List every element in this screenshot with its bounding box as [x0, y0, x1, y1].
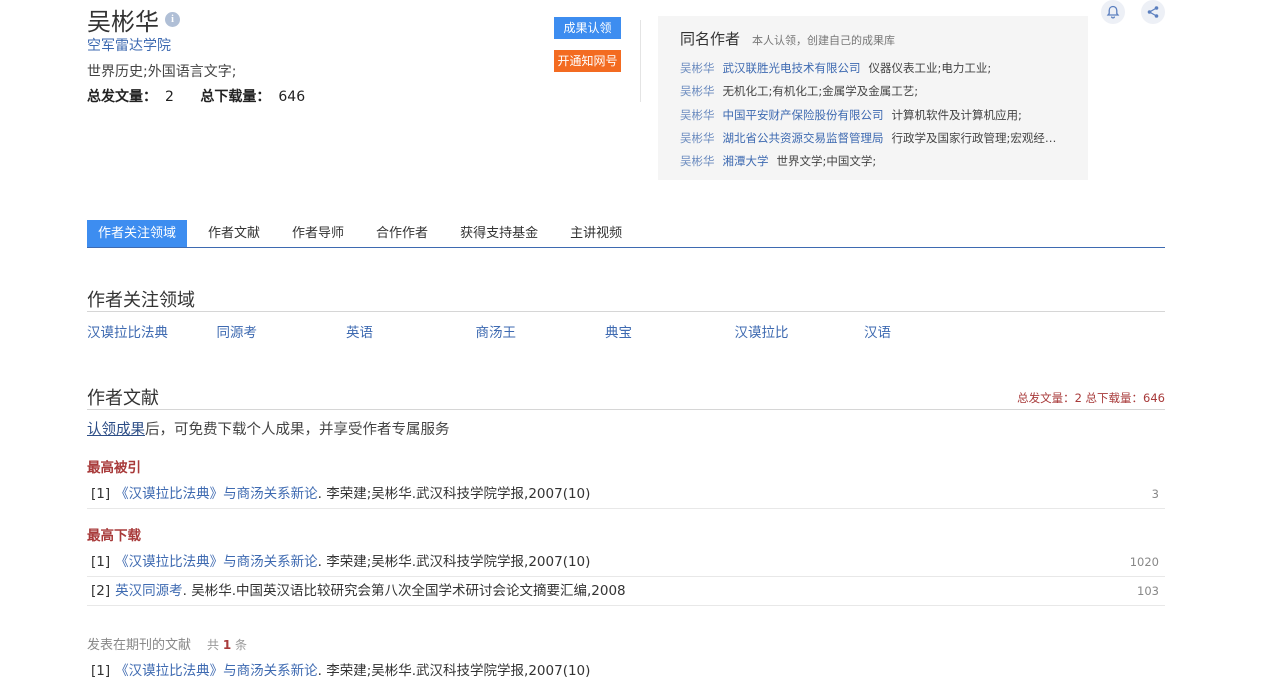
- doc-title-link[interactable]: 《汉谟拉比法典》与商汤关系新论: [115, 554, 318, 570]
- keyword-list: 汉谟拉比法典 同源考 英语 商汤王 典宝 汉谟拉比 汉语: [87, 321, 994, 341]
- total-downloads-label: 总下载量：: [200, 89, 271, 105]
- same-name-item: 吴彬华 中国平安财产保险股份有限公司 计算机软件及计算机应用;: [680, 104, 1066, 127]
- journal-total: 共 1 条: [207, 638, 248, 652]
- docs-section-title: 作者文献: [87, 388, 159, 409]
- author-affiliation-link[interactable]: 空军雷达学院: [87, 35, 171, 55]
- journal-docs-header: 发表在期刊的文献 共 1 条: [87, 634, 247, 653]
- section-tabs: 作者关注领域 作者文献 作者导师 合作作者 获得支持基金 主讲视频: [87, 220, 1165, 248]
- same-name-field: 无机化工;有机化工;金属学及金属工艺;: [722, 84, 919, 99]
- focus-section-title: 作者关注领域: [87, 290, 195, 311]
- keyword-link[interactable]: 商汤王: [476, 321, 606, 341]
- same-name-author-link[interactable]: 吴彬华: [680, 154, 715, 168]
- doc-index: [1]: [91, 663, 111, 679]
- same-name-item: 吴彬华湖北省公共资源交易监督管理局行政学及国家行政管理;宏观经济管理与可持续发展…: [680, 127, 1066, 150]
- author-name-row: 吴彬华 i: [87, 2, 180, 37]
- doc-row: [1] 《汉谟拉比法典》与商汤关系新论. 李荣建;吴彬华.武汉科技学院学报,200…: [87, 548, 1165, 577]
- divider: [640, 20, 641, 102]
- total-pubs-label: 总发文量：: [87, 89, 157, 105]
- doc-row: [1] 《汉谟拉比法典》与商汤关系新论. 李荣建;吴彬华.武汉科技学院学报,200…: [87, 480, 1165, 509]
- doc-row: [2] 英汉同源考. 吴彬华.中国英汉语比较研究会第八次全国学术研讨会论文摘要汇编…: [87, 577, 1165, 606]
- keyword-link[interactable]: 汉谟拉比法典: [87, 321, 217, 341]
- same-name-hint: 本人认领，创建自己的成果库: [752, 34, 896, 47]
- download-count: 1020: [1129, 555, 1159, 569]
- most-downloaded-title: 最高下载: [87, 528, 141, 544]
- claim-note-text: 后，可免费下载个人成果，并享受作者专属服务: [145, 422, 450, 438]
- same-name-field: 世界文学;中国文学;: [776, 154, 877, 169]
- doc-index: [1]: [91, 554, 111, 570]
- doc-index: [1]: [91, 486, 111, 502]
- info-icon[interactable]: i: [165, 12, 180, 27]
- tab-funds[interactable]: 获得支持基金: [449, 220, 549, 247]
- same-name-author-link[interactable]: 吴彬华: [680, 108, 715, 122]
- most-cited-title: 最高被引: [87, 460, 141, 476]
- claim-results-link[interactable]: 认领成果: [87, 422, 145, 438]
- same-name-author-link[interactable]: 吴彬华: [680, 61, 715, 75]
- doc-meta: . 李荣建;吴彬华.武汉科技学院学报,2007(10): [317, 486, 591, 502]
- share-icon[interactable]: [1141, 0, 1165, 24]
- same-name-field: 仪器仪表工业;电力工业;: [868, 61, 992, 75]
- doc-title-link[interactable]: 《汉谟拉比法典》与商汤关系新论: [115, 663, 318, 679]
- same-name-item: 吴彬华 无机化工;有机化工;金属学及金属工艺;: [680, 80, 1066, 103]
- same-name-org-link[interactable]: 武汉联胜光电技术有限公司: [723, 61, 861, 75]
- tab-coauthors[interactable]: 合作作者: [365, 220, 439, 247]
- same-name-list: 吴彬华 武汉联胜光电技术有限公司 仪器仪表工业;电力工业; 吴彬华 无机化工;有机化工…: [680, 57, 1066, 173]
- same-name-header: 同名作者 本人认领，创建自己的成果库: [680, 28, 1066, 49]
- keyword-link[interactable]: 典宝: [605, 321, 735, 341]
- claim-button[interactable]: 成果认领: [554, 17, 621, 39]
- journal-total-count: 1: [222, 638, 232, 652]
- doc-meta: . 李荣建;吴彬华.武汉科技学院学报,2007(10): [317, 554, 591, 570]
- same-name-title: 同名作者: [680, 30, 741, 48]
- section-divider: [87, 409, 1165, 410]
- author-name: 吴彬华: [87, 8, 159, 36]
- author-subjects: 世界历史;外国语言文字;: [87, 64, 237, 80]
- keyword-link[interactable]: 汉语: [864, 321, 994, 341]
- doc-title-link[interactable]: 《汉谟拉比法典》与商汤关系新论: [115, 486, 318, 502]
- claim-note: 认领成果后，可免费下载个人成果，并享受作者专属服务: [87, 418, 450, 439]
- journal-docs-title: 发表在期刊的文献: [87, 638, 192, 653]
- doc-meta: . 吴彬华.中国英汉语比较研究会第八次全国学术研讨会论文摘要汇编,2008: [182, 583, 626, 599]
- bell-icon[interactable]: [1101, 0, 1125, 24]
- docs-summary: 总发文量：2 总下载量：646: [1017, 391, 1165, 405]
- same-name-author-link[interactable]: 吴彬华: [680, 131, 715, 145]
- doc-row: [1] 《汉谟拉比法典》与商汤关系新论. 李荣建;吴彬华.武汉科技学院学报,200…: [87, 657, 1165, 682]
- total-pubs-value: 2: [165, 89, 174, 105]
- tab-advisor[interactable]: 作者导师: [281, 220, 355, 247]
- download-count: 103: [1137, 584, 1159, 598]
- same-name-field: 计算机软件及计算机应用;: [891, 107, 1022, 122]
- section-divider: [87, 311, 1165, 312]
- citation-count: 3: [1151, 487, 1159, 501]
- same-name-item: 吴彬华 湘潭大学 世界文学;中国文学;: [680, 150, 1066, 173]
- tab-author-docs[interactable]: 作者文献: [197, 220, 271, 247]
- same-name-field: 行政学及国家行政管理;宏观经济管理与可持续发展;: [891, 130, 1067, 145]
- same-name-authors-panel: 同名作者 本人认领，创建自己的成果库 吴彬华 武汉联胜光电技术有限公司 仪器仪表工业;…: [658, 16, 1088, 180]
- same-name-org-link[interactable]: 中国平安财产保险股份有限公司: [723, 108, 884, 122]
- tab-focus-areas[interactable]: 作者关注领域: [87, 220, 188, 247]
- author-stats: 总发文量： 2 总下载量： 646: [87, 86, 327, 106]
- doc-meta: . 李荣建;吴彬华.武汉科技学院学报,2007(10): [317, 663, 591, 679]
- keyword-link[interactable]: 英语: [346, 321, 476, 341]
- doc-index: [2]: [91, 583, 111, 599]
- same-name-org-link[interactable]: 湘潭大学: [723, 154, 769, 168]
- keyword-link[interactable]: 同源考: [217, 321, 347, 341]
- tab-videos[interactable]: 主讲视频: [559, 220, 633, 247]
- doc-title-link[interactable]: 英汉同源考: [115, 583, 183, 599]
- total-downloads-value: 646: [278, 89, 306, 105]
- same-name-author-link[interactable]: 吴彬华: [680, 84, 715, 98]
- open-cnki-button[interactable]: 开通知网号: [554, 50, 621, 72]
- same-name-item: 吴彬华 武汉联胜光电技术有限公司 仪器仪表工业;电力工业;: [680, 57, 1066, 80]
- same-name-org-link[interactable]: 湖北省公共资源交易监督管理局: [723, 131, 884, 145]
- keyword-link[interactable]: 汉谟拉比: [735, 321, 865, 341]
